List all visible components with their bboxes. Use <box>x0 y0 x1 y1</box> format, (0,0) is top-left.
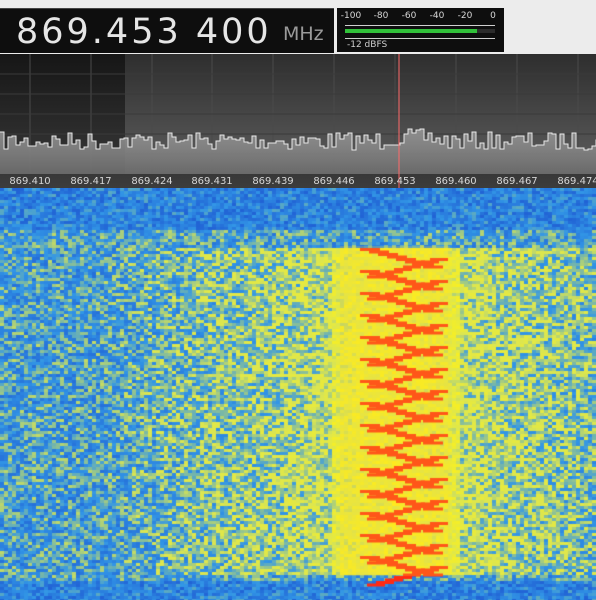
meter-scale-label: -60 <box>401 11 417 21</box>
frequency-tick-label: 869.439 <box>252 176 293 187</box>
frequency-tick-label: 869.460 <box>435 176 476 187</box>
meter-level-bar <box>345 29 477 33</box>
frequency-tick-label: 869.424 <box>131 176 172 187</box>
frequency-tick-label: 869.410 <box>9 176 50 187</box>
waterfall-canvas[interactable] <box>0 188 596 600</box>
meter-readout: -12 dBFS <box>347 40 388 50</box>
waterfall-display[interactable] <box>0 188 596 600</box>
meter-peak-line <box>345 38 495 39</box>
frequency-tick-label: 869.453 <box>374 176 415 187</box>
frequency-value[interactable]: 869.453 400 <box>16 12 272 52</box>
meter-scale-label: -20 <box>457 11 473 21</box>
meter-track <box>345 29 495 33</box>
frequency-tick-label: 869.474 <box>557 176 596 187</box>
frequency-unit: MHz <box>283 23 324 45</box>
meter-scale-line <box>345 25 495 26</box>
frequency-tick-label: 869.467 <box>496 176 537 187</box>
meter-scale-label: -40 <box>429 11 445 21</box>
frequency-display[interactable]: 869.453 400 MHz <box>0 8 334 53</box>
frequency-tick-label: 869.431 <box>191 176 232 187</box>
meter-scale-label: 0 <box>490 11 496 21</box>
frequency-tick-label: 869.446 <box>313 176 354 187</box>
meter-scale-label: -80 <box>373 11 389 21</box>
frequency-tick-label: 869.417 <box>70 176 111 187</box>
signal-level-meter: -100 -80 -60 -40 -20 0 -12 dBFS <box>337 8 504 52</box>
spectrum-svg: 869.410 869.417 869.424 869.431 869.439 869.4… <box>0 54 596 188</box>
meter-scale-label: -100 <box>340 11 362 21</box>
spectrum-plot[interactable]: 869.410 869.417 869.424 869.431 869.439 869.4… <box>0 54 596 188</box>
